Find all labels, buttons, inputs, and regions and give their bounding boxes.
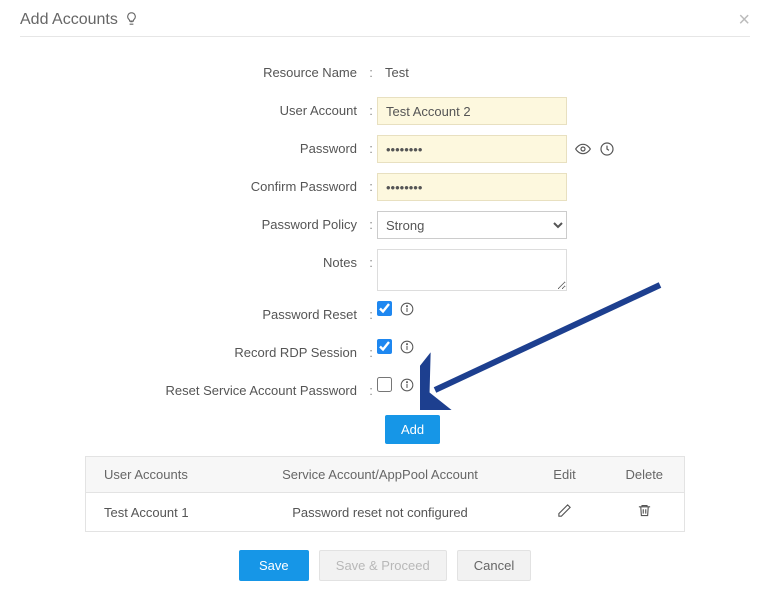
add-button[interactable]: Add <box>385 415 440 444</box>
th-delete: Delete <box>605 457 685 493</box>
add-button-row: Add <box>105 415 665 444</box>
info-icon[interactable] <box>400 378 414 392</box>
checkbox-record-rdp[interactable] <box>377 339 392 354</box>
row-password: Password : <box>105 135 665 163</box>
checkbox-password-reset[interactable] <box>377 301 392 316</box>
label-confirm-password: Confirm Password <box>105 173 365 201</box>
label-record-rdp: Record RDP Session <box>105 339 365 367</box>
value-resource-name: Test <box>377 59 409 87</box>
th-edit: Edit <box>525 457 605 493</box>
eye-icon[interactable] <box>575 141 591 157</box>
generate-password-icon[interactable] <box>599 141 615 157</box>
row-confirm-password: Confirm Password : <box>105 173 665 201</box>
th-svc-account: Service Account/AppPool Account <box>236 457 525 493</box>
form: Resource Name : Test User Account : Pass… <box>105 59 665 444</box>
input-password[interactable] <box>377 135 567 163</box>
save-proceed-button: Save & Proceed <box>319 550 447 581</box>
label-resource-name: Resource Name <box>105 59 365 87</box>
th-user-accounts: User Accounts <box>86 457 236 493</box>
cell-account: Test Account 1 <box>86 493 236 532</box>
row-password-reset: Password Reset : <box>105 301 665 329</box>
row-password-policy: Password Policy : Strong <box>105 211 665 239</box>
label-reset-svc: Reset Service Account Password <box>105 377 365 405</box>
close-icon[interactable]: × <box>738 10 750 30</box>
dialog-title: Add Accounts <box>20 11 118 29</box>
dialog-header: Add Accounts × <box>20 10 750 37</box>
row-reset-svc: Reset Service Account Password : <box>105 377 665 405</box>
label-user-account: User Account <box>105 97 365 125</box>
label-password-reset: Password Reset <box>105 301 365 329</box>
edit-icon[interactable] <box>557 503 572 518</box>
select-password-policy[interactable]: Strong <box>377 211 567 239</box>
info-icon[interactable] <box>400 302 414 316</box>
row-record-rdp: Record RDP Session : <box>105 339 665 367</box>
checkbox-reset-svc[interactable] <box>377 377 392 392</box>
input-confirm-password[interactable] <box>377 173 567 201</box>
cancel-button[interactable]: Cancel <box>457 550 531 581</box>
delete-icon[interactable] <box>637 503 652 518</box>
cell-status: Password reset not configured <box>236 493 525 532</box>
label-notes: Notes <box>105 249 365 277</box>
table-row: Test Account 1 Password reset not config… <box>86 493 685 532</box>
save-button[interactable]: Save <box>239 550 309 581</box>
label-password-policy: Password Policy <box>105 211 365 239</box>
row-resource-name: Resource Name : Test <box>105 59 665 87</box>
title-wrap: Add Accounts <box>20 11 139 29</box>
tip-icon[interactable] <box>124 11 139 29</box>
label-password: Password <box>105 135 365 163</box>
row-user-account: User Account : <box>105 97 665 125</box>
textarea-notes[interactable] <box>377 249 567 291</box>
accounts-table: User Accounts Service Account/AppPool Ac… <box>85 456 685 532</box>
add-accounts-dialog: Add Accounts × Resource Name : Test User… <box>0 0 770 601</box>
input-user-account[interactable] <box>377 97 567 125</box>
info-icon[interactable] <box>400 340 414 354</box>
row-notes: Notes : <box>105 249 665 291</box>
dialog-footer: Save Save & Proceed Cancel <box>20 550 750 581</box>
